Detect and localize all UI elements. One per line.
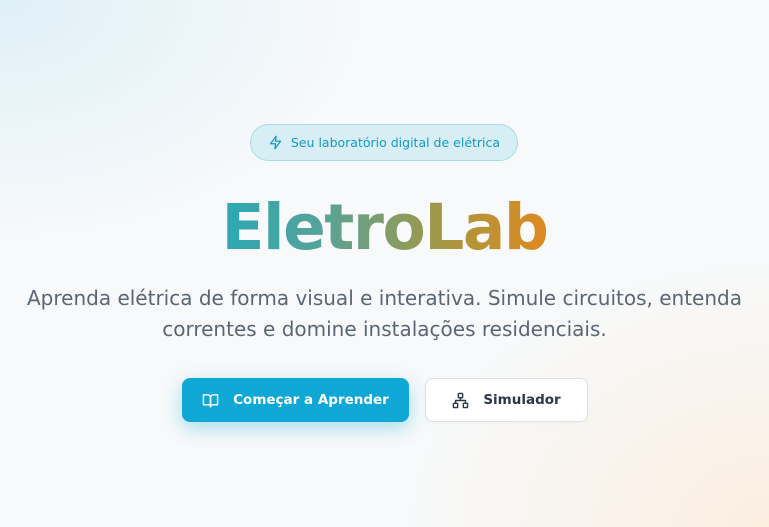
tagline-badge: Seu laboratório digital de elétrica bbox=[250, 124, 518, 161]
simulator-button[interactable]: Simulador bbox=[425, 378, 588, 422]
hero-section: Seu laboratório digital de elétrica Elet… bbox=[0, 0, 769, 527]
hero-subtitle-line-1: Aprenda elétrica de forma visual e inter… bbox=[27, 286, 742, 310]
page-title: EletroLab bbox=[0, 188, 769, 268]
network-icon bbox=[452, 392, 469, 409]
hero-subtitle-line-2: correntes e domine instalações residenci… bbox=[162, 317, 607, 341]
simulator-button-label: Simulador bbox=[483, 392, 561, 408]
lightning-icon bbox=[268, 135, 283, 150]
tagline-badge-label: Seu laboratório digital de elétrica bbox=[290, 135, 501, 150]
hero-subtitle: Aprenda elétrica de forma visual e inter… bbox=[0, 283, 769, 345]
book-open-icon bbox=[202, 392, 219, 409]
start-learning-button-label: Começar a Aprender bbox=[233, 392, 389, 408]
start-learning-button[interactable]: Começar a Aprender bbox=[182, 378, 409, 422]
page-title-text: EletroLab bbox=[221, 191, 549, 264]
